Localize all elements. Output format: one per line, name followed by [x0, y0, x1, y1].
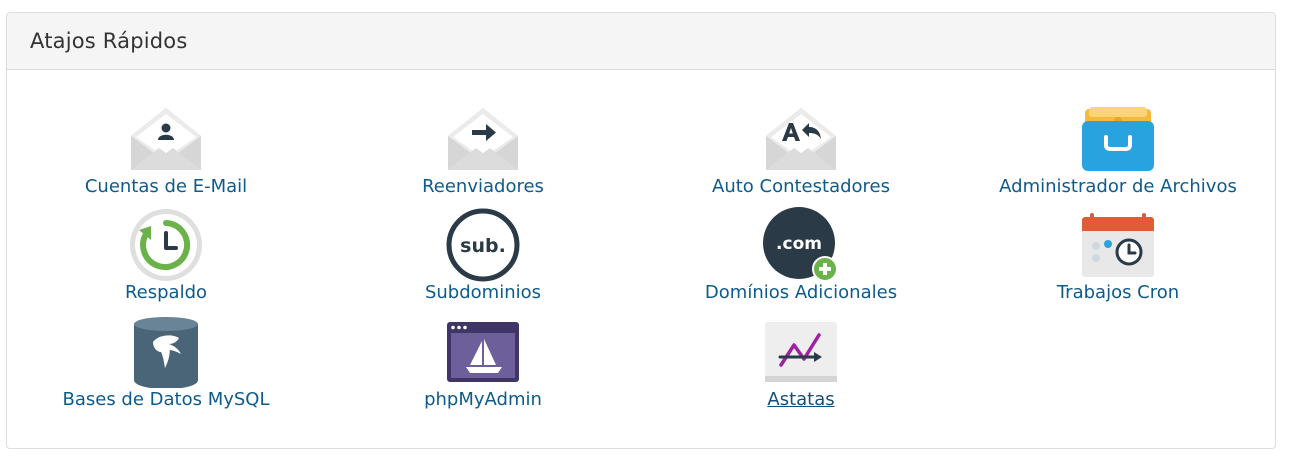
addon-domains-icon-text: .com: [776, 234, 822, 254]
shortcut-subdomains[interactable]: sub. Subdominios: [333, 207, 633, 305]
shortcut-grid: Cuentas de E-Mail Reenviadores Auto Cont…: [7, 71, 1275, 449]
shortcut-label: Trabajos Cron: [1056, 282, 1180, 303]
shortcut-cron-jobs[interactable]: Trabajos Cron: [968, 207, 1268, 305]
quick-shortcuts-panel: Atajos Rápidos Cuentas de E-Mail Reenvia…: [6, 12, 1276, 449]
shortcut-label: Respaldo: [124, 282, 208, 303]
subdomains-icon-text: sub.: [460, 235, 506, 257]
shortcut-awstats[interactable]: Astatas: [651, 314, 951, 412]
panel-title: Atajos Rápidos: [30, 29, 188, 53]
shortcut-label: Bases de Datos MySQL: [62, 389, 270, 410]
shortcut-phpmyadmin[interactable]: phpMyAdmin: [333, 314, 633, 412]
shortcut-mysql-databases[interactable]: Bases de Datos MySQL: [16, 314, 316, 412]
phpmyadmin-icon: [445, 314, 521, 390]
shortcut-forwarders[interactable]: Reenviadores: [333, 101, 633, 199]
cron-jobs-icon: [1080, 207, 1156, 283]
shortcut-label: Subdominios: [424, 282, 542, 303]
shortcut-email-accounts[interactable]: Cuentas de E-Mail: [16, 101, 316, 199]
subdomains-icon: sub.: [445, 207, 521, 283]
shortcut-label: Administrador de Archivos: [999, 176, 1237, 197]
shortcut-file-manager[interactable]: Administrador de Archivos: [968, 101, 1268, 199]
shortcut-label: Astatas: [767, 389, 835, 410]
shortcut-autoresponders[interactable]: Auto Contestadores: [651, 101, 951, 199]
email-accounts-icon: [128, 101, 204, 177]
addon-domains-icon: .com: [763, 207, 839, 283]
shortcut-label: Auto Contestadores: [712, 176, 890, 197]
forwarders-icon: [445, 101, 521, 177]
shortcut-label: Cuentas de E-Mail: [84, 176, 248, 197]
panel-header: Atajos Rápidos: [7, 13, 1275, 70]
shortcut-addon-domains[interactable]: .com Domínios Adicionales: [651, 207, 951, 305]
mysql-databases-icon: [128, 314, 204, 390]
shortcut-label: Reenviadores: [422, 176, 544, 197]
awstats-icon: [763, 314, 839, 390]
backup-icon: [128, 207, 204, 283]
shortcut-backup[interactable]: Respaldo: [16, 207, 316, 305]
shortcut-label: Domínios Adicionales: [704, 282, 898, 303]
shortcut-label: phpMyAdmin: [424, 389, 542, 410]
autoresponders-icon: [763, 101, 839, 177]
file-manager-icon: [1080, 101, 1156, 177]
